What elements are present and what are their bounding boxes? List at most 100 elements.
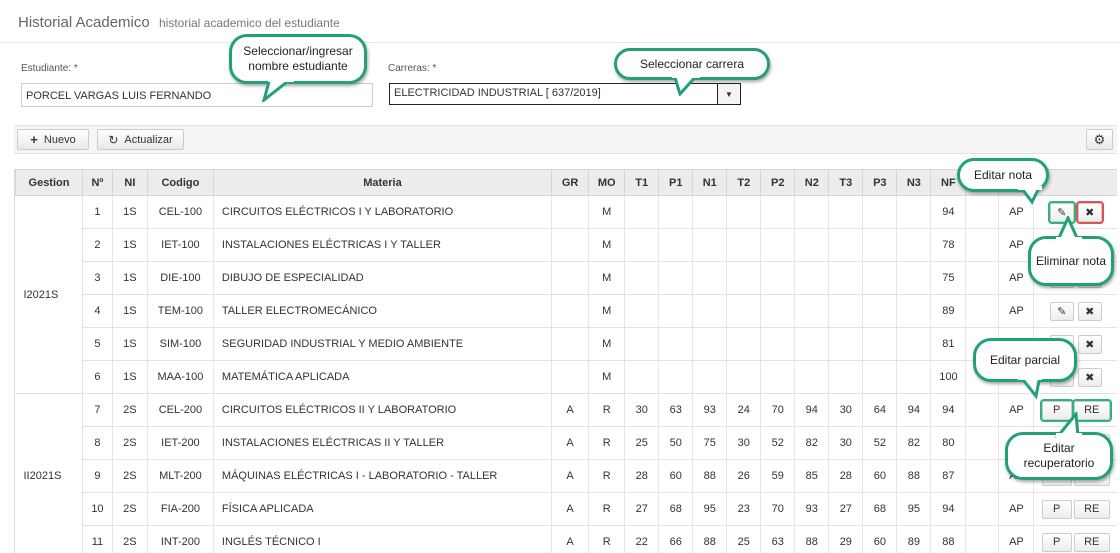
cell-t2 <box>726 294 762 328</box>
cell-t3: 30 <box>828 426 864 460</box>
edit-partial-button[interactable]: P <box>1041 499 1072 519</box>
cell-nf: 94 <box>930 195 967 229</box>
cell-mo: R <box>588 525 626 553</box>
cell-n3: 94 <box>896 393 932 427</box>
actions-cell: PRE <box>1033 492 1117 526</box>
cell-t1 <box>624 360 660 394</box>
table-row: 8 2S IET-200 INSTALACIONES ELÉCTRICAS II Y … <box>16 426 1117 460</box>
cell-t1 <box>624 327 660 361</box>
cell-t2 <box>726 360 762 394</box>
table-row: 10 2S FIA-200 FÍSICA APLICADA A R 27 68 95 23 70 93… <box>16 492 1117 526</box>
column-header: MO <box>588 169 626 196</box>
cell-t1 <box>624 261 660 295</box>
cell-gr <box>551 195 590 229</box>
callout-student: Seleccionar/ingresar nombre estudiante <box>229 34 367 84</box>
cell-t3 <box>828 261 864 295</box>
cell-p3 <box>862 195 898 229</box>
refresh-button[interactable]: ↻ Actualizar <box>97 129 184 150</box>
cell-nf: 88 <box>930 525 967 553</box>
cell-n: 6 <box>82 360 113 394</box>
cell-ni: 2S <box>112 525 148 553</box>
cell-n3: 95 <box>896 492 932 526</box>
column-header: T3 <box>828 169 864 196</box>
cell-ni: 1S <box>112 228 148 262</box>
settings-button[interactable]: ⚙ <box>1086 129 1113 150</box>
cell-p3 <box>862 360 898 394</box>
cell-nf: 75 <box>930 261 967 295</box>
cell-gr <box>551 294 590 328</box>
cell-nf: 81 <box>930 327 967 361</box>
cell-p2 <box>760 261 796 295</box>
cell-t1: 28 <box>624 459 660 493</box>
chevron-down-icon[interactable]: ▼ <box>717 83 741 105</box>
column-header: P1 <box>658 169 694 196</box>
cell-p1 <box>658 360 694 394</box>
cell-ni: 2S <box>112 393 148 427</box>
cell-mo: R <box>588 492 626 526</box>
column-header: NI <box>111 169 148 196</box>
cell-p3: 68 <box>862 492 898 526</box>
cell-f <box>965 459 1000 493</box>
cell-nf: 94 <box>930 492 967 526</box>
student-input[interactable]: PORCEL VARGAS LUIS FERNANDO <box>21 83 373 107</box>
edit-recovery-button[interactable]: RE <box>1073 499 1110 519</box>
cell-n1 <box>692 327 728 361</box>
cell-gr: A <box>551 525 590 553</box>
cell-n: 8 <box>82 426 113 460</box>
cell-t3: 30 <box>828 393 864 427</box>
cell-t2 <box>726 327 762 361</box>
cell-p2 <box>760 294 796 328</box>
cell-p1 <box>658 327 694 361</box>
cell-n3 <box>896 261 932 295</box>
cell-p3 <box>862 294 898 328</box>
cell-p3: 64 <box>862 393 898 427</box>
callout-student-tail <box>262 78 295 102</box>
cell-p3: 52 <box>862 426 898 460</box>
grades-table: Gestion Nº NI Codigo Materia GR MO T1 P1 N1 T2 P2 N2… <box>15 169 1117 553</box>
status-cell: AP <box>998 525 1035 553</box>
cell-materia: MÁQUINAS ELÉCTRICAS I - LABORATORIO - TA… <box>213 459 553 493</box>
cell-p2: 63 <box>760 525 796 553</box>
new-button[interactable]: + Nuevo <box>17 129 89 150</box>
cell-n2: 82 <box>794 426 830 460</box>
cell-t2: 25 <box>726 525 762 553</box>
cell-materia: INSTALACIONES ELÉCTRICAS I Y TALLER <box>213 228 553 262</box>
cell-mo: R <box>588 426 626 460</box>
edit-note-button[interactable]: ✎ <box>1049 301 1074 321</box>
delete-note-button[interactable]: ✖ <box>1077 301 1102 321</box>
cell-f <box>965 195 1000 229</box>
column-header: P3 <box>862 169 898 196</box>
cell-n2: 88 <box>794 525 830 553</box>
cell-mo: M <box>588 228 626 262</box>
cell-t3 <box>828 360 864 394</box>
cell-codigo: DIE-100 <box>147 261 214 295</box>
cell-p2: 70 <box>760 492 796 526</box>
delete-note-button[interactable]: ✖ <box>1077 367 1102 387</box>
table-row: 31SDIE-100DIBUJO DE ESPECIALIDADM75AP✎✖ <box>16 261 1117 295</box>
cell-t1: 27 <box>624 492 660 526</box>
callout-edit-recovery-tail <box>1054 412 1082 438</box>
delete-note-button[interactable]: ✖ <box>1077 334 1102 354</box>
column-header: N3 <box>896 169 932 196</box>
column-header: T2 <box>726 169 762 196</box>
cell-ni: 1S <box>112 261 148 295</box>
cell-n3: 82 <box>896 426 932 460</box>
cell-n3: 89 <box>896 525 932 553</box>
cell-materia: TALLER ELECTROMECÁNICO <box>213 294 553 328</box>
column-header: P2 <box>760 169 796 196</box>
cell-nf: 89 <box>930 294 967 328</box>
cell-materia: DIBUJO DE ESPECIALIDAD <box>213 261 553 295</box>
edit-recovery-button[interactable]: RE <box>1073 532 1110 552</box>
cell-n3 <box>896 228 932 262</box>
edit-partial-button[interactable]: P <box>1041 532 1072 552</box>
cell-materia: MATEMÁTICA APLICADA <box>213 360 553 394</box>
cell-p3 <box>862 228 898 262</box>
cell-p1: 66 <box>658 525 694 553</box>
cell-p3: 60 <box>862 459 898 493</box>
cell-mo: M <box>588 294 626 328</box>
cell-n3 <box>896 360 932 394</box>
cell-n1 <box>692 360 728 394</box>
cell-codigo: INT-200 <box>147 525 214 553</box>
status-cell: AP <box>998 492 1035 526</box>
cell-t2: 26 <box>726 459 762 493</box>
